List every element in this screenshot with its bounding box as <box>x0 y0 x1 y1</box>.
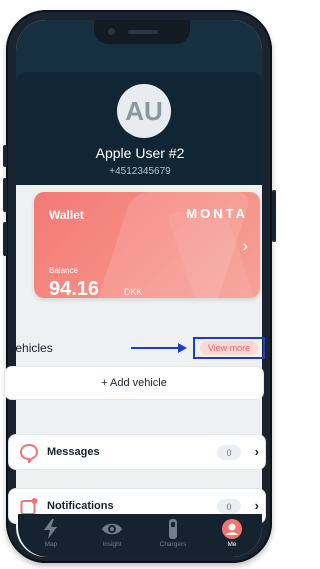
tab-map[interactable]: Map <box>27 516 75 554</box>
side-button-mute <box>3 145 7 167</box>
wallet-card[interactable]: Wallet MONTA › Balance 94.16 DKK <box>34 192 260 298</box>
messages-label: Messages <box>47 446 100 458</box>
add-vehicle-button[interactable]: + Add vehicle <box>4 366 264 400</box>
tab-me[interactable]: Me <box>208 516 256 554</box>
user-phone: +4512345679 <box>109 166 171 177</box>
balance-value: 94.16 <box>49 278 100 298</box>
lightning-icon <box>44 519 57 539</box>
view-more-button[interactable]: View more <box>200 341 258 355</box>
balance-currency: DKK <box>124 287 143 297</box>
side-button-volume-up <box>3 178 7 212</box>
wallet-title: Wallet <box>49 208 84 222</box>
avatar[interactable]: AU <box>117 84 171 138</box>
tab-map-label: Map <box>44 541 58 548</box>
avatar-initials: AU <box>125 95 163 126</box>
user-name: Apple User #2 <box>95 145 185 161</box>
tab-me-label: Me <box>227 541 237 548</box>
messages-count-badge: 0 <box>217 445 241 460</box>
bottom-tab-bar: Map Insight Chargers Me <box>18 514 262 557</box>
tab-chargers[interactable]: Chargers <box>149 516 197 554</box>
speaker-grille <box>128 30 158 34</box>
side-button-power <box>272 190 276 242</box>
tab-chargers-label: Chargers <box>159 541 187 548</box>
phone-notch <box>94 20 190 44</box>
message-icon <box>19 443 39 463</box>
side-button-volume-down <box>3 222 7 256</box>
notifications-label: Notifications <box>47 500 114 512</box>
annotation-arrow-icon <box>131 343 187 353</box>
vehicles-section-title: Vehicles <box>8 341 53 355</box>
notifications-count-badge: 0 <box>217 499 241 514</box>
user-icon <box>222 519 242 539</box>
charger-icon <box>169 519 177 539</box>
chevron-right-icon: › <box>254 444 259 459</box>
chevron-right-icon[interactable]: › <box>243 238 248 256</box>
tab-insight-label: Insight <box>102 541 122 548</box>
messages-row[interactable]: Messages 0 › <box>8 434 266 470</box>
balance-label: Balance <box>49 266 78 275</box>
camera-icon <box>108 28 115 35</box>
chevron-right-icon: › <box>254 498 259 513</box>
wallet-brand-logo: MONTA <box>186 206 248 221</box>
eye-icon <box>102 523 122 535</box>
tab-insight[interactable]: Insight <box>88 516 136 554</box>
